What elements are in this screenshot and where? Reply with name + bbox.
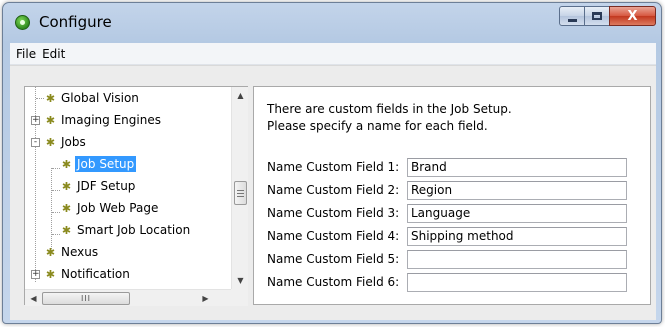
custom-field-input-2[interactable] [407,180,627,200]
gear-icon: ✱ [45,267,56,281]
settings-tree[interactable]: + - + ✱ Global Vision ✱ Imaging Engines … [24,86,248,306]
info-line-2: Please specify a name for each field. [267,119,488,133]
custom-field-label-3: Name Custom Field 3: [267,206,400,220]
menu-file[interactable]: File [14,47,40,61]
tree-line [51,168,52,253]
scrollbar-corner [231,289,248,306]
window-title: Configure [39,13,112,31]
collapse-toggle[interactable]: - [31,138,40,147]
horizontal-scrollbar[interactable]: ◀ III ▶ [25,289,231,306]
expand-toggle[interactable]: + [31,116,40,125]
configure-window: Configure X File Edit + - + ✱ Global Vis… [2,2,662,324]
info-line-1: There are custom fields in the Job Setup… [267,102,512,116]
job-setup-panel: There are custom fields in the Job Setup… [253,86,651,305]
minimize-icon [567,18,577,22]
grip-line [237,195,244,197]
maximize-icon [592,12,602,20]
custom-field-input-5[interactable] [407,249,627,269]
gear-icon: ✱ [45,135,56,149]
custom-field-input-6[interactable] [407,272,627,292]
tree-item-global-vision[interactable]: ✱ Global Vision [45,89,141,107]
tree-item-label: Imaging Engines [61,113,161,127]
tree-item-label: Global Vision [61,91,139,105]
custom-field-input-4[interactable] [407,226,627,246]
tree-item-smart-job-location[interactable]: ✱ Smart Job Location [61,221,192,239]
gear-icon: ✱ [45,113,56,127]
tree-item-job-web-page[interactable]: ✱ Job Web Page [61,199,160,217]
close-icon: X [627,8,638,24]
custom-field-row-1: Name Custom Field 1: [267,157,627,177]
custom-field-row-6: Name Custom Field 6: [267,272,627,292]
minimize-button[interactable] [559,6,585,26]
tree-item-nexus[interactable]: ✱ Nexus [45,243,100,261]
scroll-down-arrow-icon[interactable]: ▼ [232,272,249,289]
tree-line [52,234,60,235]
custom-field-label-4: Name Custom Field 4: [267,229,400,243]
menu-edit[interactable]: Edit [40,47,69,61]
menu-bar: File Edit [10,43,656,65]
custom-field-label-5: Name Custom Field 5: [267,252,400,266]
tree-line [52,168,60,169]
vertical-scroll-thumb[interactable] [234,181,247,205]
maximize-button[interactable] [584,6,610,26]
custom-field-label-6: Name Custom Field 6: [267,275,400,289]
custom-field-input-3[interactable] [407,203,627,223]
scroll-up-arrow-icon[interactable]: ▲ [232,87,249,104]
tree-line [36,98,44,99]
gear-icon: ✱ [61,201,72,215]
tree-item-label: Notification [61,267,130,281]
gear-icon: ✱ [45,245,56,259]
custom-field-label-2: Name Custom Field 2: [267,183,400,197]
gear-icon: ✱ [45,91,56,105]
tree-item-notification[interactable]: ✱ Notification [45,265,132,283]
grip-line [237,189,244,191]
info-text: There are custom fields in the Job Setup… [267,101,512,135]
scroll-left-arrow-icon[interactable]: ◀ [25,290,42,307]
tree-line [52,212,60,213]
title-bar[interactable]: Configure X [3,3,661,41]
tree-item-jdf-setup[interactable]: ✱ JDF Setup [61,177,137,195]
custom-field-row-4: Name Custom Field 4: [267,226,627,246]
tree-item-label: Job Web Page [77,201,159,215]
custom-field-row-2: Name Custom Field 2: [267,180,627,200]
tree-item-label: Jobs [61,135,86,149]
tree-item-label: Smart Job Location [77,223,191,237]
custom-field-input-1[interactable] [407,157,627,177]
grip-line [237,192,244,194]
gear-icon: ✱ [61,157,72,171]
client-area: + - + ✱ Global Vision ✱ Imaging Engines … [10,65,656,320]
tree-item-label: JDF Setup [77,179,136,193]
scroll-right-arrow-icon[interactable]: ▶ [197,290,214,307]
tree-line [52,190,60,191]
custom-field-row-3: Name Custom Field 3: [267,203,627,223]
gear-icon: ✱ [61,223,72,237]
tree-item-jobs[interactable]: ✱ Jobs [45,133,88,151]
custom-field-label-1: Name Custom Field 1: [267,160,400,174]
app-icon [15,15,30,30]
tree-item-label: Nexus [61,245,99,259]
tree-item-job-setup[interactable]: ✱ Job Setup [61,155,137,173]
tree-item-label: Job Setup [75,156,137,172]
close-button[interactable]: X [609,6,656,26]
horizontal-scroll-thumb[interactable]: III [42,292,130,305]
custom-field-row-5: Name Custom Field 5: [267,249,627,269]
expand-toggle[interactable]: + [31,270,40,279]
gear-icon: ✱ [61,179,72,193]
vertical-scrollbar[interactable]: ▲ ▼ [231,87,248,289]
tree-item-imaging-engines[interactable]: ✱ Imaging Engines [45,111,163,129]
